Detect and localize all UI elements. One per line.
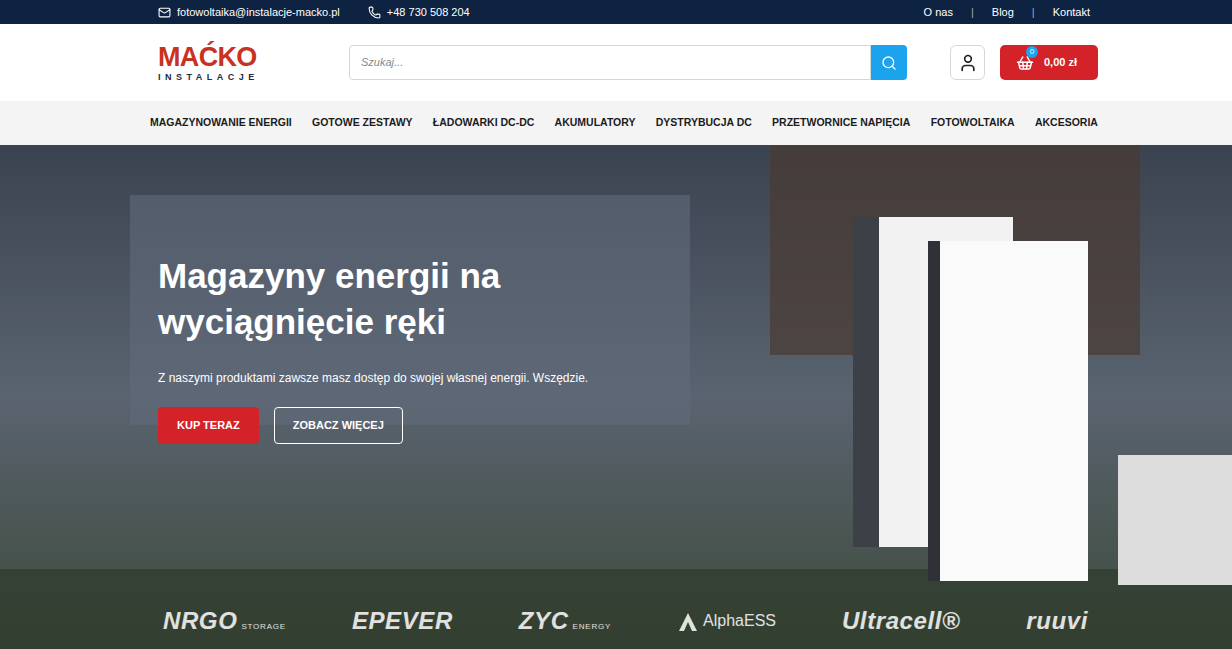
account-button[interactable] (950, 45, 985, 80)
cart-button[interactable]: 0 0,00 zł (1000, 45, 1098, 80)
nav-item[interactable]: GOTOWE ZESTAWY (312, 115, 413, 131)
brand-logo: NRGOSTORAGE (163, 609, 286, 633)
hero-photo (0, 145, 1232, 649)
hero-title: Magazyny energii na wyciągnięcie ręki (158, 253, 558, 345)
phone-icon (368, 6, 381, 19)
brand-logo: Ultracell® (842, 609, 960, 633)
nav-item[interactable]: AKUMULATORY (555, 115, 636, 131)
nav-item[interactable]: MAGAZYNOWANIE ENERGII (150, 115, 292, 131)
brand-logo: ruuvi (1026, 609, 1088, 633)
hero-subtitle: Z naszymi produktami zawsze masz dostęp … (158, 369, 1098, 387)
brand-row: NRGOSTORAGE EPEVER ZYCENERGY AlphaESS Ultrac… (163, 609, 1088, 633)
top-link[interactable]: Kontakt (1053, 4, 1090, 21)
phone[interactable]: +48 730 508 204 (387, 4, 470, 21)
logo[interactable]: MAĆKOINSTALACJE (158, 44, 349, 82)
top-link[interactable]: O nas (924, 4, 953, 21)
page: fotowoltaika@instalacje-macko.pl +48 730 … (0, 0, 1232, 649)
search-input[interactable]: Szukaj... (349, 45, 871, 80)
nav-bar: MAGAZYNOWANIE ENERGII GOTOWE ZESTAWY ŁADOW… (0, 101, 1232, 145)
top-link[interactable]: Blog (992, 4, 1014, 21)
nav-item[interactable]: ŁADOWARKI DC-DC (433, 115, 535, 131)
search-icon (881, 55, 897, 71)
alpha-logo-icon (677, 611, 699, 633)
cart-total: 0,00 zł (1044, 54, 1077, 71)
nav-item[interactable]: FOTOWOLTAIKA (931, 115, 1015, 131)
email[interactable]: fotowoltaika@instalacje-macko.pl (177, 4, 340, 21)
nav-item[interactable]: PRZETWORNICE NAPIĘCIA (772, 115, 910, 131)
hero: Magazyny energii na wyciągnięcie ręki Z n… (0, 145, 1232, 649)
search-bar: Szukaj... (349, 45, 907, 80)
brand-logo: EPEVER (352, 609, 453, 633)
top-bar: fotowoltaika@instalacje-macko.pl +48 730 … (0, 0, 1232, 24)
header: MAĆKOINSTALACJESzukaj... 0 0,00 zł (0, 24, 1232, 101)
hero-button[interactable]: ZOBACZ WIĘCEJ (274, 407, 403, 444)
brand-logo: ZYCENERGY (519, 609, 611, 633)
mail-icon (158, 6, 171, 19)
nav-item[interactable]: DYSTRYBUCJA DC (656, 115, 752, 131)
brand-logo: AlphaESS (677, 609, 776, 633)
cart-count: 0 (1026, 46, 1038, 58)
user-icon (958, 53, 978, 73)
nav-item[interactable]: AKCESORIA (1035, 115, 1098, 131)
search-button[interactable] (871, 45, 907, 80)
hero-button[interactable]: KUP TERAZ (158, 407, 259, 444)
